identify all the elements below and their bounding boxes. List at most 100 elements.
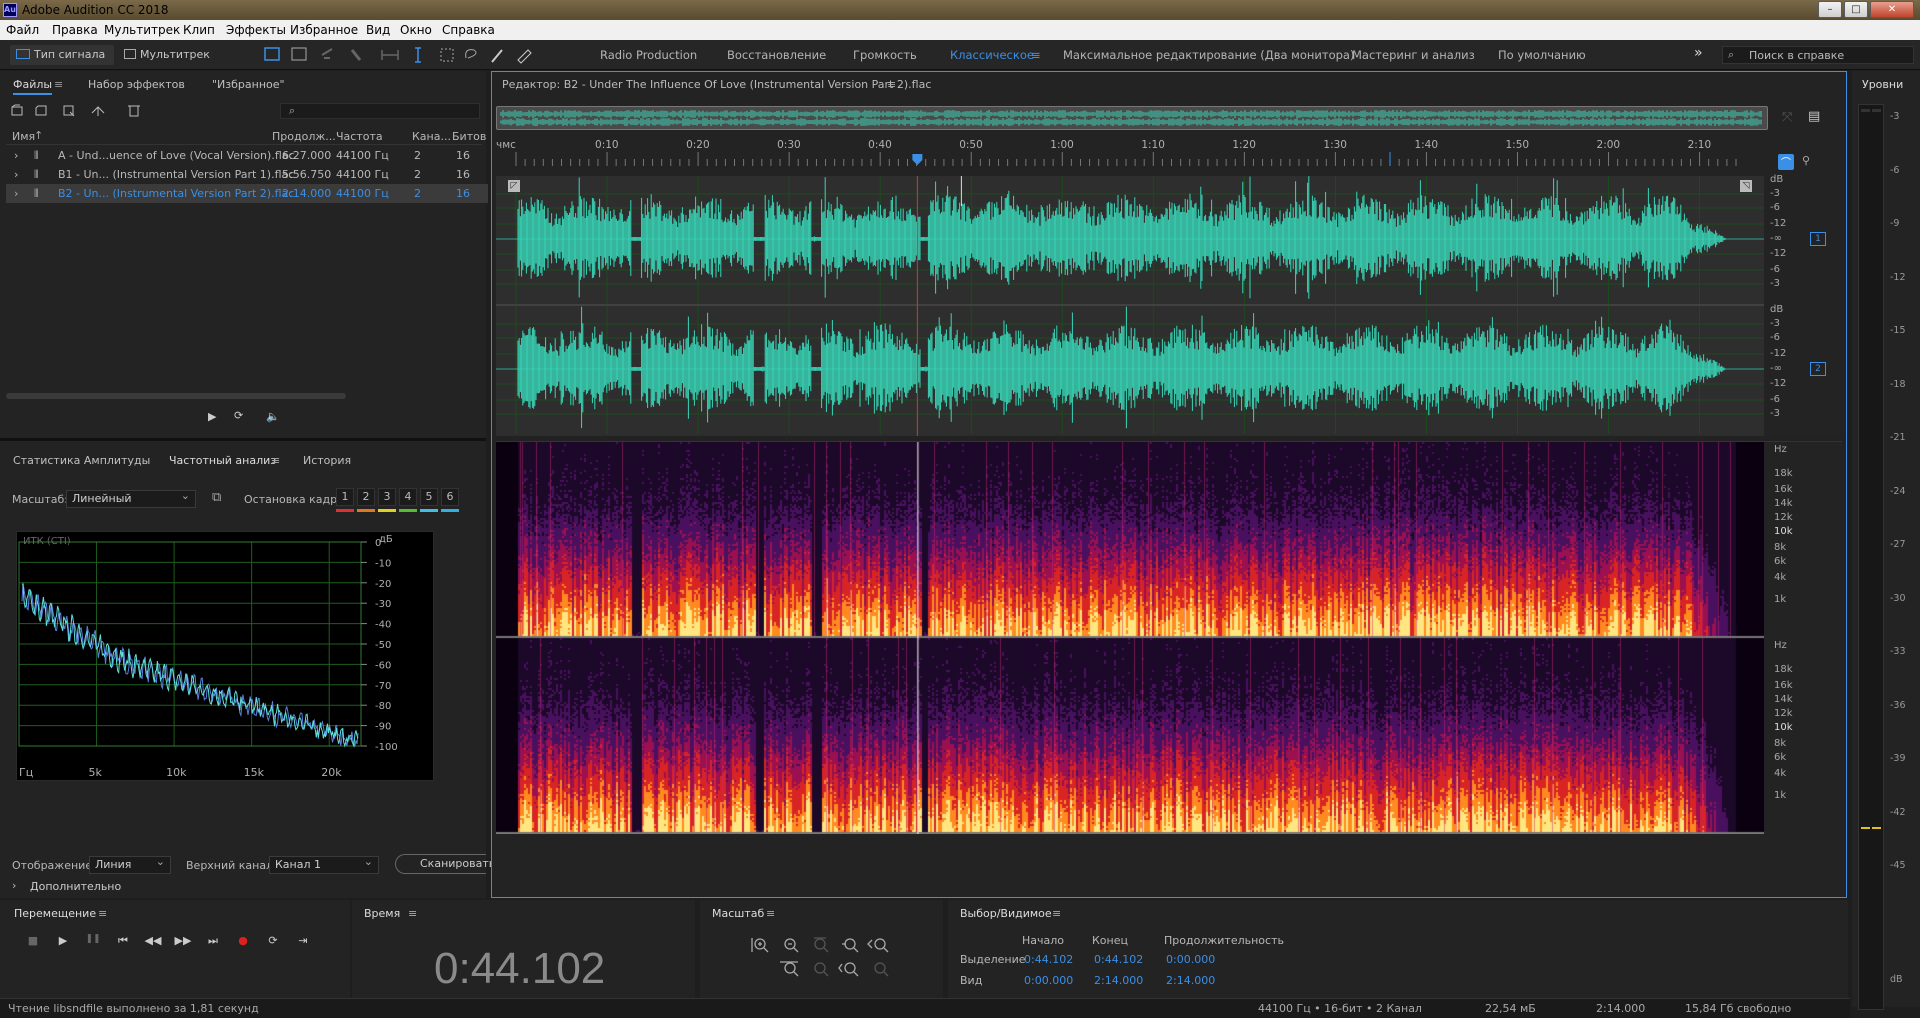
zoom-menu-icon[interactable]: ≡ [766, 907, 775, 920]
zoom-selection-left-icon[interactable] [814, 962, 829, 977]
loop-icon[interactable]: ⟳ [260, 934, 286, 947]
snap-icon[interactable]: ⌒ [1778, 154, 1794, 170]
menu-file[interactable]: Файл [6, 23, 39, 37]
file-row[interactable]: › ⫴ B1 - Un... (Instrumental Version Par… [6, 165, 488, 184]
zoom-selection-right-icon[interactable] [838, 962, 859, 977]
menu-multitrack[interactable]: Мультитрек [104, 23, 180, 37]
help-search-box[interactable]: ⌕ Поиск в справке [1722, 46, 1914, 64]
multitrack-view-button[interactable]: Мультитрек [124, 45, 224, 65]
zoom-out-full-icon[interactable] [814, 937, 829, 953]
workspace-overflow-button[interactable]: » [1694, 45, 1703, 61]
spot-healing-tool-icon[interactable] [517, 49, 532, 64]
file-row[interactable]: › ⫴ A - Und...uence of Love (Vocal Versi… [6, 146, 488, 165]
record-icon[interactable]: ● [230, 934, 256, 947]
selection-duration-field[interactable]: 0:00.000 [1166, 953, 1215, 966]
workspace-classic[interactable]: Классическое [950, 48, 1034, 62]
selection-end-field[interactable]: 0:44.102 [1094, 953, 1143, 966]
move-tool-icon[interactable] [321, 48, 333, 59]
rewind-icon[interactable]: ◀◀ [140, 934, 166, 947]
delete-file-icon[interactable] [128, 105, 140, 117]
workspace-default[interactable]: По умолчанию [1498, 48, 1586, 62]
zoom-out-amplitude-icon[interactable] [784, 938, 799, 953]
file-row-selected[interactable]: › ⫴ B2 - Un... (Instrumental Version Par… [6, 184, 488, 203]
channel-dropdown[interactable]: Канал 1 [269, 854, 379, 874]
menu-effects[interactable]: Эффекты [226, 23, 286, 37]
transport-menu-icon[interactable]: ≡ [98, 907, 107, 920]
workspace-max-editing[interactable]: Максимальное редактирование (Два монитор… [1063, 48, 1354, 62]
time-menu-icon[interactable]: ≡ [408, 907, 417, 920]
column-name[interactable]: Имя [12, 130, 35, 143]
freeze-button-3[interactable]: 3 [378, 488, 396, 506]
pin-icon[interactable]: ⚲ [1802, 154, 1810, 167]
workspace-loudness[interactable]: Громкость [853, 48, 917, 62]
tab-frequency-analysis[interactable]: Частотный анализ [169, 454, 276, 467]
import-file-icon[interactable] [35, 105, 47, 116]
editor-menu-icon[interactable]: ≡ [887, 78, 896, 91]
tab-history[interactable]: История [303, 454, 351, 467]
skip-selection-icon[interactable]: ⇥ [290, 934, 316, 947]
spectral-display-toggle-icon[interactable]: ▤ [1808, 109, 1820, 124]
waveform-area[interactable]: ◸ ◹ [496, 176, 1764, 436]
freeze-button-4[interactable]: 4 [399, 488, 417, 506]
expand-icon[interactable]: › [14, 184, 18, 203]
channel-2-badge[interactable]: 2 [1810, 362, 1826, 376]
spectrogram-area[interactable] [496, 442, 1764, 834]
go-end-icon[interactable]: ⏭ [200, 934, 226, 948]
slip-tool-icon[interactable] [381, 50, 399, 60]
spectral-display-icon[interactable] [264, 47, 280, 61]
zoom-in-time-icon[interactable] [842, 938, 859, 953]
workspace-menu-icon[interactable]: ≡ [1031, 48, 1041, 62]
analysis-menu-icon[interactable]: ≡ [271, 454, 280, 467]
menu-favorites[interactable]: Избранное [290, 23, 358, 37]
tab-favorites[interactable]: "Избранное" [212, 78, 285, 91]
overview-bar[interactable] [496, 106, 1768, 130]
minimize-button[interactable]: – [1818, 1, 1842, 18]
column-bits[interactable]: Битов [452, 130, 486, 143]
selection-start-field[interactable]: 0:44.102 [1024, 953, 1073, 966]
files-panel-menu-icon[interactable]: ≡ [54, 78, 63, 91]
advanced-label[interactable]: Дополнительно [30, 880, 121, 893]
menu-help[interactable]: Справка [442, 23, 495, 37]
preview-volume-icon[interactable]: 🔈 [266, 410, 280, 423]
play-icon[interactable]: ▶ [50, 934, 76, 947]
view-start-field[interactable]: 0:00.000 [1024, 974, 1073, 987]
tab-amplitude-statistics[interactable]: Статистика Амплитуды [13, 454, 150, 467]
razor-tool-icon[interactable] [350, 49, 362, 61]
tab-files[interactable]: Файлы [13, 78, 53, 95]
files-scrollbar[interactable] [6, 393, 346, 399]
workspace-mastering[interactable]: Мастеринг и анализ [1352, 48, 1475, 62]
menu-clip[interactable]: Клип [183, 23, 215, 37]
forward-icon[interactable]: ▶▶ [170, 934, 196, 947]
preview-loop-icon[interactable]: ⟳ [234, 409, 243, 422]
files-search-input[interactable]: ⌕ [280, 103, 480, 119]
scale-dropdown[interactable]: Линейный [66, 488, 196, 508]
expand-icon[interactable]: › [14, 165, 18, 184]
fade-in-handle-icon[interactable]: ◸ [508, 180, 520, 192]
expand-icon[interactable]: › [14, 146, 18, 165]
brush-tool-icon[interactable] [491, 49, 503, 63]
menu-edit[interactable]: Правка [52, 23, 98, 37]
pause-icon[interactable]: ❚❚ [80, 934, 106, 944]
workspace-radio-production[interactable]: Radio Production [600, 48, 697, 62]
freeze-button-6[interactable]: 6 [441, 488, 459, 506]
selection-menu-icon[interactable]: ≡ [1052, 907, 1061, 920]
freeze-button-5[interactable]: 5 [420, 488, 438, 506]
insert-into-multitrack-icon[interactable] [91, 106, 105, 116]
copy-graph-icon[interactable]: ⧉ [212, 490, 221, 505]
view-duration-field[interactable]: 2:14.000 [1166, 974, 1215, 987]
workspace-restoration[interactable]: Восстановление [727, 48, 826, 62]
channel-1-badge[interactable]: 1 [1810, 232, 1826, 246]
time-selection-tool-icon[interactable] [415, 47, 421, 63]
menu-view[interactable]: Вид [366, 23, 390, 37]
current-time-display[interactable]: 0:44.102 [434, 944, 605, 994]
view-end-field[interactable]: 2:14.000 [1094, 974, 1143, 987]
display-dropdown[interactable]: Линия [89, 854, 171, 874]
new-file-icon[interactable] [63, 105, 75, 117]
go-start-icon[interactable]: ⏮ [110, 934, 136, 948]
column-channels[interactable]: Кана... [412, 130, 451, 143]
help-search-input[interactable]: Поиск в справке [1749, 49, 1844, 62]
zoom-out-time-icon[interactable] [867, 938, 889, 953]
marquee-tool-icon[interactable] [440, 48, 454, 62]
column-rate[interactable]: Частота [336, 130, 383, 143]
pitch-display-icon[interactable] [291, 47, 307, 61]
